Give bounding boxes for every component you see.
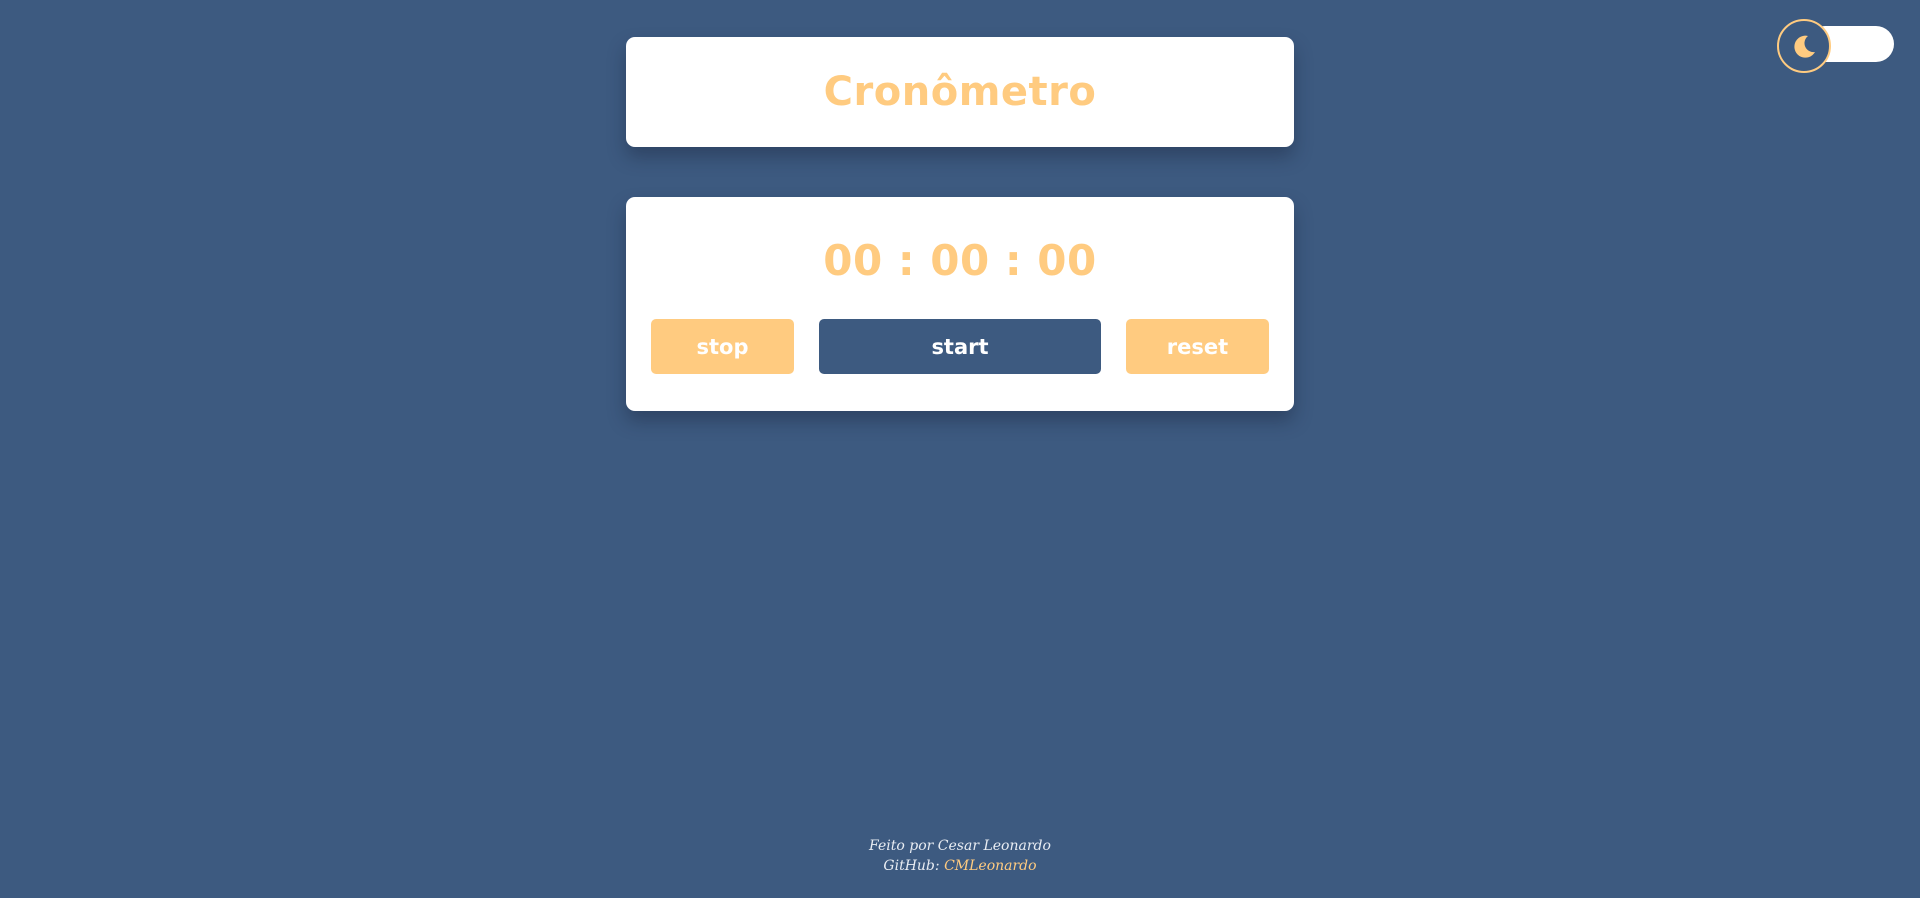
footer-credit: Feito por Cesar Leonardo xyxy=(869,838,1051,854)
stop-button[interactable]: stop xyxy=(651,319,794,374)
reset-button[interactable]: reset xyxy=(1126,319,1269,374)
toggle-knob[interactable] xyxy=(1777,19,1831,73)
title-card: Cronômetro xyxy=(626,37,1294,147)
footer-github-line: GitHub: CMLeonardo xyxy=(0,856,1920,876)
page-title: Cronômetro xyxy=(823,69,1097,115)
github-link[interactable]: CMLeonardo xyxy=(944,858,1037,874)
footer-github-prefix: GitHub: xyxy=(883,858,940,874)
timer-card: 00 : 00 : 00 stop start reset xyxy=(626,197,1294,411)
footer: Feito por Cesar Leonardo GitHub: CMLeona… xyxy=(0,836,1920,876)
page: Cronômetro 00 : 00 : 00 stop start reset… xyxy=(0,0,1920,898)
start-button[interactable]: start xyxy=(819,319,1101,374)
time-display: 00 : 00 : 00 xyxy=(823,236,1097,285)
moon-icon xyxy=(1794,35,1815,58)
theme-toggle[interactable] xyxy=(1777,19,1894,73)
